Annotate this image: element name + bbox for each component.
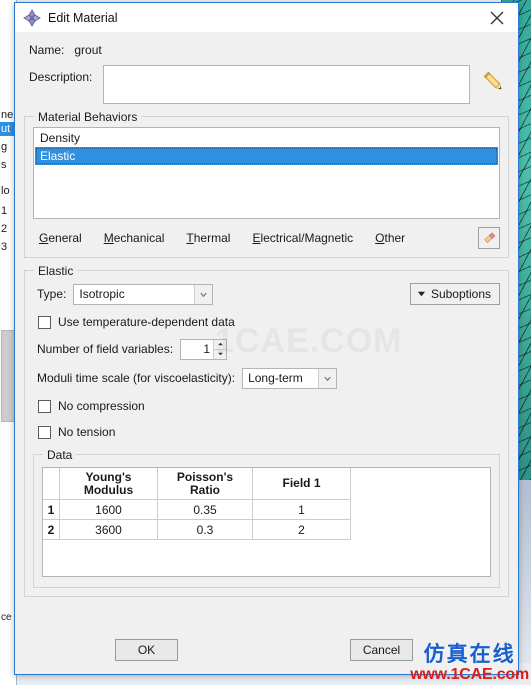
cancel-button[interactable]: Cancel [350,639,413,661]
column-header-poissons-ratio[interactable]: Poisson's Ratio [157,468,253,500]
menu-mechanical[interactable]: Mechanical [104,231,165,245]
ok-button[interactable]: OK [115,639,178,661]
field-variables-stepper[interactable]: 1 [180,338,228,360]
moduli-time-scale-value: Long-term [248,370,303,385]
elastic-type-value: Isotropic [79,286,125,301]
cell-youngs-modulus[interactable]: 1600 [59,499,158,520]
temperature-dependent-label: Use temperature-dependent data [58,315,235,329]
row-index-cell[interactable]: 1 [43,499,60,520]
menu-thermal[interactable]: Thermal [186,231,230,245]
cell-poissons-ratio[interactable]: 0.35 [157,499,253,520]
no-tension-checkbox[interactable] [38,425,51,439]
temperature-dependent-row[interactable]: Use temperature-dependent data [33,312,500,332]
field-variables-value: 1 [203,341,211,356]
moduli-time-scale-row: Moduli time scale (for viscoelasticity):… [33,367,500,389]
no-tension-row[interactable]: No tension [33,422,500,442]
suboptions-button[interactable]: Suboptions [409,283,500,305]
behavior-menubar-row: General Mechanical Thermal Electrical/Ma… [33,226,500,249]
chevron-down-icon[interactable] [194,284,213,304]
cell-poissons-ratio[interactable]: 0.3 [157,519,253,540]
column-header-youngs-modulus[interactable]: Young's Modulus [59,468,158,500]
stepper-buttons[interactable] [213,339,227,359]
moduli-time-scale-label: Moduli time scale (for viscoelasticity): [37,371,236,385]
material-behaviors-group: Material Behaviors Density Elastic Gener… [24,110,509,258]
menu-electrical-magnetic[interactable]: Electrical/Magnetic [252,231,353,245]
material-behaviors-list[interactable]: Density Elastic [33,127,500,219]
no-compression-label: No compression [58,399,145,413]
table-row[interactable]: 1 1600 0.35 1 [43,499,351,520]
material-name-value: grout [74,43,102,57]
temperature-dependent-checkbox[interactable] [38,315,51,329]
list-item[interactable]: Elastic [35,147,498,165]
abaqus-diamond-icon [23,8,41,27]
cell-field-1[interactable]: 1 [252,499,351,520]
close-icon[interactable] [476,3,518,32]
moduli-time-scale-select[interactable]: Long-term [242,367,338,389]
table-row[interactable]: 2 3600 0.3 2 [43,519,351,540]
elastic-group: Elastic Suboptions Type: Isotropic Use t… [24,264,509,597]
material-description-row: Description: [24,65,509,104]
material-behaviors-group-title: Material Behaviors [34,110,142,124]
data-group-title: Data [43,448,77,462]
material-name-row: Name: grout [24,38,509,62]
elastic-type-select[interactable]: Isotropic [73,283,214,305]
table-header-row: Young's Modulus Poisson's Ratio Field 1 [43,468,351,500]
chevron-down-icon [417,287,426,301]
behavior-menubar[interactable]: General Mechanical Thermal Electrical/Ma… [33,226,470,249]
elastic-group-title: Elastic [34,264,78,278]
edit-material-dialog: Edit Material Name: grout Description: M… [14,2,519,675]
data-table[interactable]: Young's Modulus Poisson's Ratio Field 1 [43,468,351,540]
cell-youngs-modulus[interactable]: 3600 [59,519,158,540]
material-description-label: Description: [29,70,93,84]
description-input[interactable] [103,65,470,104]
no-tension-label: No tension [58,425,116,439]
field-variables-label: Number of field variables: [37,342,174,356]
no-compression-checkbox[interactable] [38,399,51,413]
menu-general[interactable]: General [39,231,82,245]
background-scrollbar-thumb[interactable] [1,330,15,422]
material-name-label: Name: [29,43,65,57]
eraser-icon[interactable] [478,226,500,249]
row-index-cell[interactable]: 2 [43,519,60,540]
column-header-field-1[interactable]: Field 1 [252,468,351,500]
stepper-down-icon[interactable] [213,348,227,359]
background-status-fragment: ce [1,612,12,623]
data-table-container[interactable]: Young's Modulus Poisson's Ratio Field 1 [42,467,491,577]
cell-field-1[interactable]: 2 [252,519,351,540]
menu-other[interactable]: Other [375,231,405,245]
list-item[interactable]: Density [35,129,498,147]
pencil-icon[interactable] [479,65,509,94]
dialog-titlebar[interactable]: Edit Material [15,3,518,32]
stepper-up-icon[interactable] [213,339,227,349]
corner-header-cell [43,468,60,500]
suboptions-label: Suboptions [430,287,491,301]
dialog-body: Name: grout Description: Material Behavi… [15,32,518,674]
data-group: Data Young's Modulus Poisson's Ratio Fie… [33,448,500,588]
dialog-title: Edit Material [48,10,118,25]
dialog-footer: OK Cancel [15,630,518,674]
field-variables-row: Number of field variables: 1 [33,338,500,360]
chevron-down-icon[interactable] [318,368,337,388]
elastic-type-label: Type: [37,287,67,301]
no-compression-row[interactable]: No compression [33,396,500,416]
